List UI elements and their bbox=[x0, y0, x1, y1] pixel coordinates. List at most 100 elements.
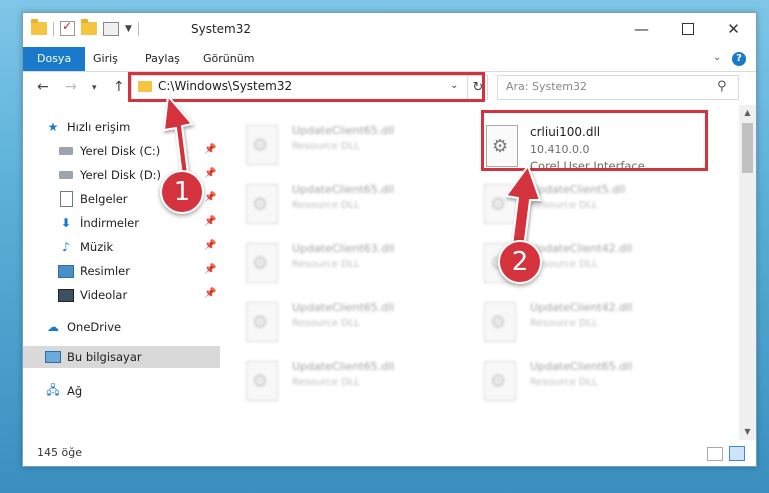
back-arrow-icon[interactable]: ← bbox=[37, 79, 49, 95]
pictures-icon bbox=[58, 263, 74, 279]
maximize-button[interactable] bbox=[665, 13, 710, 45]
tab-file[interactable]: Dosya bbox=[23, 47, 86, 71]
sidebar-item-label: İndirmeler bbox=[80, 216, 139, 230]
sidebar-item-label: Yerel Disk (C:) bbox=[80, 144, 161, 158]
dll-file-icon bbox=[246, 243, 278, 283]
file-name: UpdateClient5.dll bbox=[530, 183, 626, 196]
properties-icon[interactable] bbox=[103, 21, 119, 36]
network-icon: 🖧 bbox=[46, 382, 60, 397]
file-name: UpdateClient65.dll bbox=[530, 360, 633, 373]
list-item[interactable]: UpdateClient65.dll Resource DLL bbox=[246, 119, 471, 171]
dll-file-icon bbox=[484, 302, 516, 342]
list-item[interactable]: UpdateClient65.dll Resource DLL bbox=[246, 178, 471, 230]
customize-toolbar-icon[interactable]: ▼ bbox=[125, 24, 132, 34]
file-highlight bbox=[481, 110, 708, 171]
search-placeholder: Ara: System32 bbox=[506, 80, 588, 93]
toolbar-separator bbox=[137, 21, 139, 36]
title-bar: ▼ System32 — ✕ bbox=[23, 13, 756, 47]
disk-icon bbox=[58, 167, 74, 183]
search-box[interactable]: Ara: System32 ⚲ bbox=[497, 75, 739, 100]
scroll-down-icon[interactable]: ▼ bbox=[739, 424, 756, 440]
expand-ribbon-icon[interactable]: ⌄ bbox=[713, 52, 721, 63]
sidebar-item-quick-access[interactable]: ★ Hızlı erişim bbox=[23, 116, 242, 138]
video-icon bbox=[58, 287, 74, 303]
dll-file-icon bbox=[246, 302, 278, 342]
recent-locations-icon[interactable]: ▾ bbox=[92, 83, 97, 93]
sidebar-item-network[interactable]: 🖧 Ağ bbox=[23, 380, 242, 402]
file-type: Resource DLL bbox=[530, 377, 598, 388]
file-name: UpdateClient65.dll bbox=[292, 301, 395, 314]
pin-icon[interactable]: 📌 bbox=[204, 240, 216, 251]
pin-icon[interactable]: 📌 bbox=[204, 168, 216, 179]
file-type: Resource DLL bbox=[530, 200, 598, 211]
list-item[interactable]: UpdateClient65.dll Resource DLL bbox=[484, 355, 709, 407]
step-badge-2: 2 bbox=[498, 240, 542, 284]
navigation-pane: ★ Hızlı erişim Yerel Disk (C:) 📌 Yerel D… bbox=[23, 105, 240, 440]
list-item[interactable]: UpdateClient42.dll Resource DLL bbox=[484, 296, 709, 348]
tab-view[interactable]: Görünüm bbox=[191, 47, 266, 71]
sidebar-item-label: Ağ bbox=[67, 384, 83, 398]
dll-file-icon bbox=[246, 184, 278, 224]
file-type: Resource DLL bbox=[292, 377, 360, 388]
sidebar-item-label: Müzik bbox=[80, 240, 114, 254]
file-type: Resource DLL bbox=[292, 141, 360, 152]
pin-icon[interactable]: 📌 bbox=[204, 216, 216, 227]
dll-file-icon bbox=[484, 184, 516, 224]
dll-file-icon bbox=[246, 125, 278, 165]
new-folder-icon[interactable] bbox=[81, 19, 97, 35]
search-icon[interactable]: ⚲ bbox=[717, 79, 727, 94]
properties-check-icon[interactable] bbox=[60, 19, 75, 36]
scrollbar-thumb[interactable] bbox=[742, 123, 753, 173]
address-bar-highlight bbox=[128, 72, 485, 102]
disk-icon bbox=[58, 143, 74, 159]
dll-file-icon bbox=[246, 361, 278, 401]
file-type: Resource DLL bbox=[530, 318, 598, 329]
sidebar-item-label: OneDrive bbox=[67, 320, 122, 334]
maximize-icon bbox=[681, 23, 694, 35]
sidebar-item-label: Bu bilgisayar bbox=[67, 350, 142, 364]
sidebar-item-label: Videolar bbox=[80, 288, 128, 302]
file-name: UpdateClient42.dll bbox=[530, 301, 633, 314]
vertical-scrollbar[interactable]: ▲ ▼ bbox=[739, 105, 756, 440]
file-name: UpdateClient65.dll bbox=[292, 124, 395, 137]
help-icon[interactable]: ? bbox=[732, 52, 746, 66]
pin-icon[interactable]: 📌 bbox=[204, 144, 216, 155]
sidebar-item-this-pc[interactable]: Bu bilgisayar bbox=[23, 346, 240, 368]
list-item[interactable]: UpdateClient65.dll Resource DLL bbox=[246, 296, 471, 348]
large-icons-view-icon[interactable] bbox=[729, 446, 745, 461]
toolbar-separator bbox=[53, 21, 54, 36]
star-icon: ★ bbox=[47, 120, 59, 134]
file-type: Resource DLL bbox=[292, 318, 360, 329]
forward-arrow-icon[interactable]: → bbox=[65, 79, 77, 95]
sidebar-item-label: Belgeler bbox=[80, 192, 128, 206]
status-bar: 145 öğe bbox=[23, 441, 756, 466]
list-item[interactable]: UpdateClient65.dll Resource DLL bbox=[246, 355, 471, 407]
sidebar-item-label: Hızlı erişim bbox=[67, 120, 131, 134]
pin-icon[interactable]: 📌 bbox=[204, 192, 216, 203]
up-arrow-icon[interactable]: ↑ bbox=[113, 79, 125, 95]
pin-icon[interactable]: 📌 bbox=[204, 264, 216, 275]
step-badge-1: 1 bbox=[160, 170, 204, 214]
list-item[interactable]: UpdateClient63.dll Resource DLL bbox=[246, 237, 471, 289]
dll-file-icon bbox=[484, 361, 516, 401]
window-title: System32 bbox=[191, 22, 252, 36]
scroll-up-icon[interactable]: ▲ bbox=[739, 105, 756, 121]
file-name: UpdateClient65.dll bbox=[292, 183, 395, 196]
details-view-icon[interactable] bbox=[707, 447, 723, 461]
close-button[interactable]: ✕ bbox=[711, 13, 756, 45]
sidebar-item-onedrive[interactable]: ☁ OneDrive bbox=[23, 316, 242, 338]
document-icon bbox=[58, 191, 74, 207]
computer-icon bbox=[45, 349, 61, 365]
item-count: 145 öğe bbox=[37, 446, 82, 459]
file-name: UpdateClient63.dll bbox=[292, 242, 395, 255]
pin-icon[interactable]: 📌 bbox=[204, 288, 216, 299]
cloud-icon: ☁ bbox=[47, 320, 59, 334]
music-icon: ♪ bbox=[62, 240, 70, 254]
minimize-button[interactable]: — bbox=[619, 13, 664, 45]
ribbon-tabs: Dosya Giriş Paylaş Görünüm ⌄ ? bbox=[23, 47, 756, 72]
sidebar-item-label: Yerel Disk (D:) bbox=[80, 168, 162, 182]
folder-icon bbox=[31, 19, 47, 35]
list-item[interactable]: UpdateClient5.dll Resource DLL bbox=[484, 178, 709, 230]
tab-share[interactable]: Paylaş bbox=[133, 47, 192, 71]
tab-home[interactable]: Giriş bbox=[81, 47, 130, 71]
